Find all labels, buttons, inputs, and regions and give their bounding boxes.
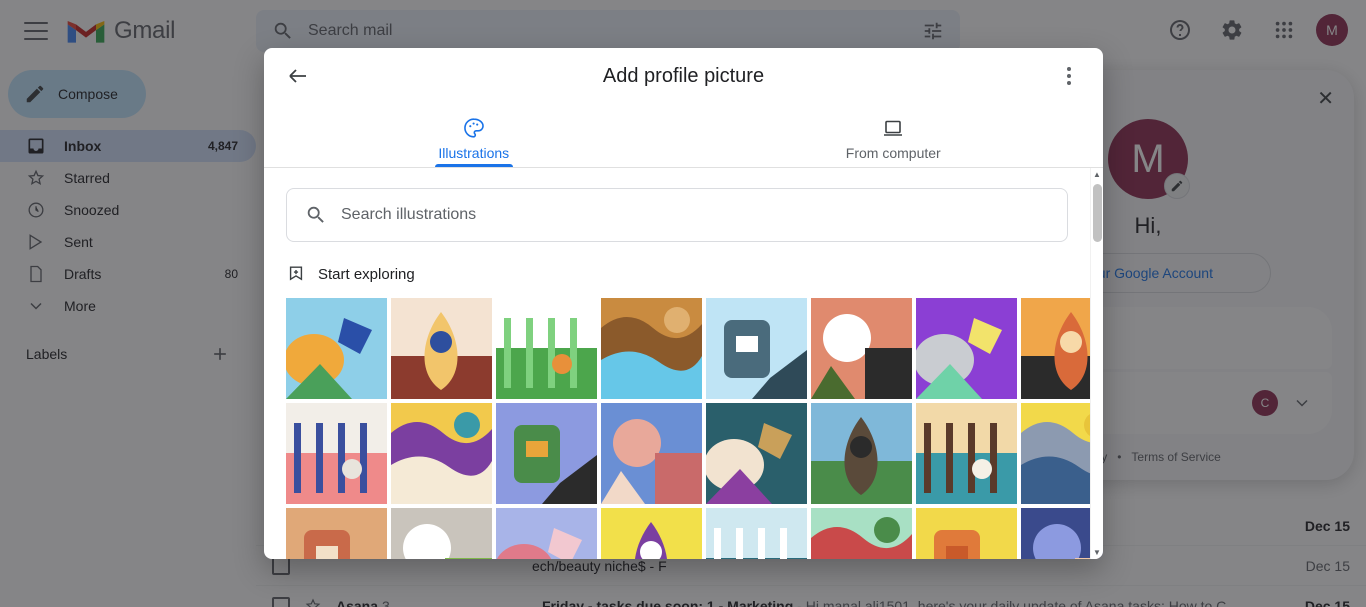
illustration-thumb-dolphins-sea[interactable] [706,298,807,399]
illustration-thumb-salad-plate-breakfast[interactable] [391,508,492,559]
more-options-icon[interactable] [1049,56,1089,96]
illustration-image [706,298,807,399]
illustration-image [496,508,597,559]
illustration-image [916,298,1017,399]
section-title: Start exploring [318,265,415,283]
scrollbar-thumb[interactable] [1093,184,1102,242]
tab-label: Illustrations [438,145,510,161]
illustration-thumb-moai-statue[interactable] [811,403,912,504]
illustration-image [916,403,1017,504]
add-profile-picture-dialog: Add profile picture Illustrations From c… [264,48,1103,559]
scroll-up-arrow[interactable]: ▲ [1091,168,1103,181]
illustration-image [391,508,492,559]
illustration-image [601,298,702,399]
illustration-thumb-coffee-pour-cup[interactable] [916,403,1017,504]
page-title: Add profile picture [602,64,765,87]
illustration-image [601,508,702,559]
illustration-thumb-pouring-paint-bowl[interactable] [391,403,492,504]
scroll-down-arrow[interactable]: ▼ [1091,546,1103,559]
active-tab-indicator [434,164,513,167]
illustrations-search-bar[interactable] [286,188,1068,242]
tab-from-computer[interactable]: From computer [684,104,1104,167]
laptop-icon [884,120,903,136]
dialog-body: Start exploring [264,168,1103,559]
illustration-image [286,508,387,559]
tab-label: From computer [845,145,941,161]
illustration-thumb-polar-ice-bear[interactable] [706,508,807,559]
illustration-thumb-pink-city-building[interactable] [601,403,702,504]
dialog-tabs: Illustrations From computer [264,104,1103,168]
illustration-thumb-canyon-river[interactable] [601,298,702,399]
illustration-image [496,403,597,504]
back-arrow-icon[interactable] [274,52,322,100]
illustration-image [706,508,807,559]
illustration-thumb-dog-and-butterfly[interactable] [286,298,387,399]
scrollbar[interactable]: ▲ ▼ [1090,168,1103,559]
bookmark-plus-icon [289,266,303,281]
dialog-header: Add profile picture [264,48,1103,104]
illustration-image [811,403,912,504]
illustration-image [286,298,387,399]
illustration-thumb-wrapped-food-green[interactable] [811,508,912,559]
illustration-thumb-howling-wolf-moon[interactable] [916,298,1017,399]
gmail-app-window: Gmail M [0,0,1366,607]
tab-illustrations[interactable]: Illustrations [264,104,684,167]
illustration-thumb-orange-fox-flame[interactable] [916,508,1017,559]
illustration-thumb-soda-can[interactable] [601,508,702,559]
illustration-thumb-dalmatian-dogs[interactable] [811,298,912,399]
illustration-image [706,403,807,504]
illustration-thumb-garden-fence-flowers[interactable] [496,298,597,399]
illustration-grid [286,298,1103,559]
illustration-image [811,298,912,399]
illustration-thumb-woman-in-dress[interactable] [391,298,492,399]
illustration-image [286,403,387,504]
illustration-image [916,508,1017,559]
illustration-thumb-toy-robot[interactable] [286,403,387,504]
illustration-image [391,403,492,504]
search-icon [307,206,324,223]
illustration-thumb-dress-form-mannequin[interactable] [496,508,597,559]
illustration-image [391,298,492,399]
illustration-thumb-handbag-fashion[interactable] [706,403,807,504]
palette-icon [463,118,484,138]
illustration-image [811,508,912,559]
illustration-thumb-plant-coffee-machine[interactable] [496,403,597,504]
illustration-thumb-sandwich-wrap[interactable] [286,508,387,559]
illustration-image [496,298,597,399]
illustration-image [601,403,702,504]
start-exploring-header: Start exploring [286,264,1068,284]
search-illustrations-input[interactable] [341,206,1049,224]
illustrations-panel: Start exploring [264,168,1103,559]
